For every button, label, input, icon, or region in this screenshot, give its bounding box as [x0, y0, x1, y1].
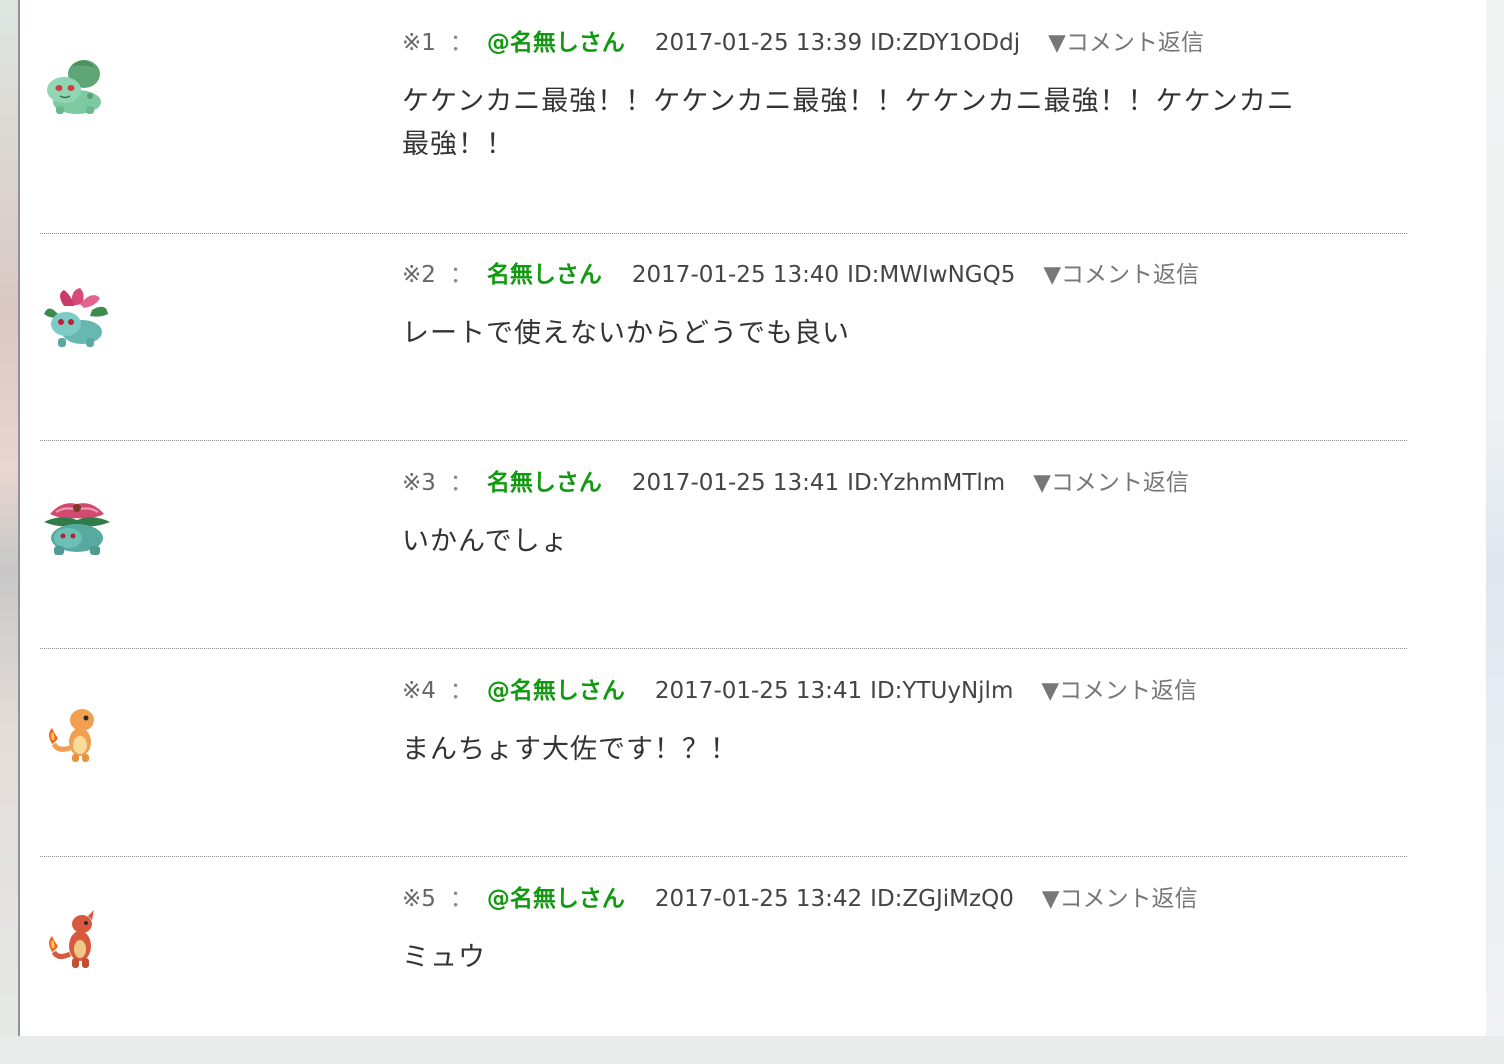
charmeleon-icon — [42, 908, 112, 978]
comment-date: 2017-01-25 13:40 — [631, 262, 840, 288]
bulbasaur-icon — [42, 52, 112, 122]
comment-meta: ※4 ： @名無しさん 2017-01-25 13:41 ID:YTUyNjlm ▼コメン… — [402, 676, 1197, 706]
comment-body: ミュウ — [402, 942, 486, 973]
comment-date: 2017-01-25 13:39 — [654, 30, 863, 56]
reply-link[interactable]: ▼コメント返信 — [1033, 468, 1189, 498]
comment-date: 2017-01-25 13:42 — [654, 886, 863, 912]
background-left-edge — [0, 0, 20, 1036]
reply-link[interactable]: ▼コメント返信 — [1041, 676, 1197, 706]
comment-number: ※1 — [402, 30, 436, 56]
comment-number: ※5 — [402, 886, 436, 912]
comment-author: 名無しさん — [486, 470, 602, 496]
background-right-edge — [1486, 0, 1504, 1036]
reply-link[interactable]: ▼コメント返信 — [1048, 28, 1204, 58]
comment-user-id: ID:YzhmMTlm — [847, 470, 1006, 496]
comment-colon: ： — [449, 30, 473, 56]
comment-body: いかんでしょ — [402, 526, 569, 557]
comment-user-id: ID:YTUyNjlm — [870, 678, 1014, 704]
comment-colon: ： — [449, 886, 473, 912]
comment-list: ※1 ： @名無しさん 2017-01-25 13:39 ID:ZDY1ODdj ▼コメン… — [18, 0, 1486, 1036]
comment-date: 2017-01-25 13:41 — [631, 470, 840, 496]
comment-colon: ： — [449, 262, 473, 288]
comment-item: ※1 ： @名無しさん 2017-01-25 13:39 ID:ZDY1ODdj ▼コメン… — [20, 0, 1488, 234]
comment-body: ケケンカニ最強！！ケケンカニ最強！！ケケンカニ最強！！ケケンカニ最強！！ — [402, 86, 1295, 160]
reply-link[interactable]: ▼コメント返信 — [1043, 260, 1199, 290]
comment-user-id: ID:ZDY1ODdj — [870, 30, 1021, 56]
comment-meta: ※3 ： 名無しさん 2017-01-25 13:41 ID:YzhmMTlm ▼コメント… — [402, 468, 1189, 498]
comment-author: @名無しさん — [486, 886, 625, 912]
comment-number: ※3 — [402, 470, 436, 496]
comment-body: まんちょす大佐です！？！ — [402, 734, 738, 765]
comment-author: 名無しさん — [486, 262, 602, 288]
comment-meta: ※2 ： 名無しさん 2017-01-25 13:40 ID:MWIwNGQ5 ▼コメント… — [402, 260, 1199, 290]
comment-user-id: ID:ZGJiMzQ0 — [870, 886, 1014, 912]
comment-user-id: ID:MWIwNGQ5 — [847, 262, 1016, 288]
comment-colon: ： — [449, 470, 473, 496]
venusaur-icon — [42, 492, 112, 562]
charmander-icon — [42, 700, 112, 770]
comment-item: ※5 ： @名無しさん 2017-01-25 13:42 ID:ZGJiMzQ0 ▼コメン… — [20, 856, 1488, 1064]
comment-item: ※4 ： @名無しさん 2017-01-25 13:41 ID:YTUyNjlm ▼コメン… — [20, 648, 1488, 857]
ivysaur-icon — [42, 284, 112, 354]
comment-author: @名無しさん — [486, 678, 625, 704]
reply-link[interactable]: ▼コメント返信 — [1042, 884, 1198, 914]
comment-meta: ※1 ： @名無しさん 2017-01-25 13:39 ID:ZDY1ODdj ▼コメン… — [402, 28, 1204, 58]
comment-colon: ： — [449, 678, 473, 704]
comment-body: レートで使えないからどうでも良い — [402, 318, 850, 349]
comment-author: @名無しさん — [486, 30, 625, 56]
comment-number: ※4 — [402, 678, 436, 704]
comment-number: ※2 — [402, 262, 436, 288]
comment-date: 2017-01-25 13:41 — [654, 678, 863, 704]
comment-meta: ※5 ： @名無しさん 2017-01-25 13:42 ID:ZGJiMzQ0 ▼コメン… — [402, 884, 1198, 914]
comment-item: ※2 ： 名無しさん 2017-01-25 13:40 ID:MWIwNGQ5 ▼コメント… — [20, 232, 1488, 441]
comment-item: ※3 ： 名無しさん 2017-01-25 13:41 ID:YzhmMTlm ▼コメント… — [20, 440, 1488, 649]
